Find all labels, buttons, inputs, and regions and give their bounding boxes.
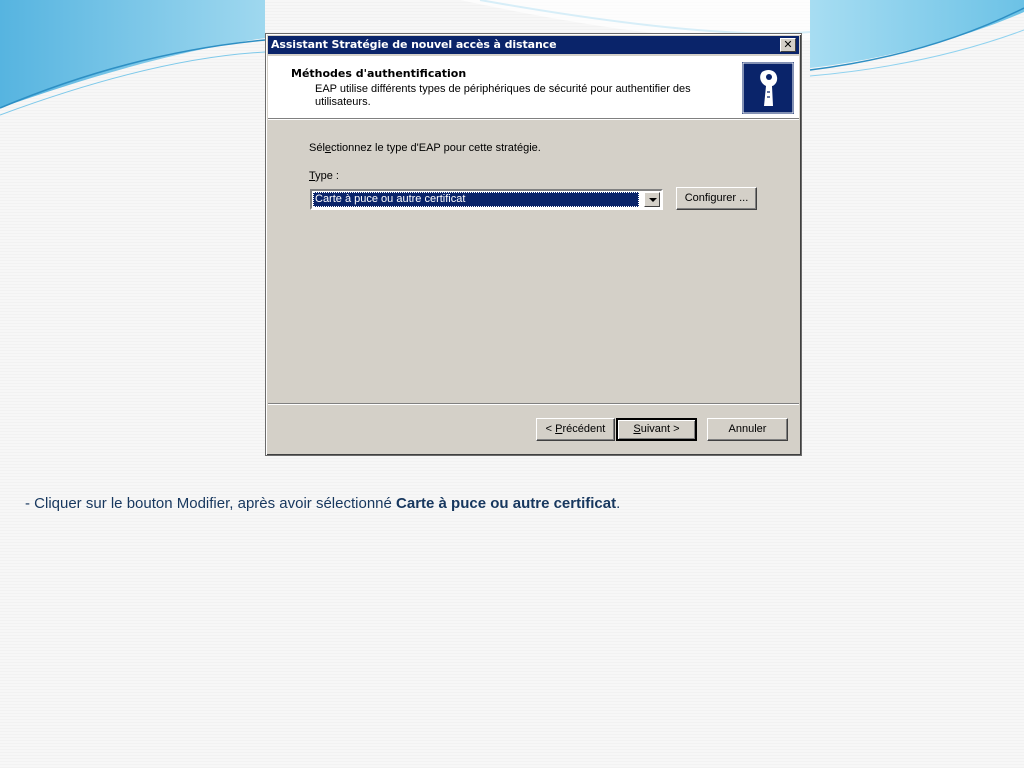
type-label: Type : bbox=[309, 170, 339, 182]
eap-type-selected-value: Carte à puce ou autre certificat bbox=[313, 192, 639, 207]
security-key-icon bbox=[742, 62, 794, 114]
next-button[interactable]: Suivant > bbox=[616, 418, 697, 441]
remote-access-policy-wizard-dialog: Assistant Stratégie de nouvel accès à di… bbox=[265, 33, 802, 456]
configure-button[interactable]: Configurer ... bbox=[676, 187, 757, 210]
page-title: Méthodes d'authentification bbox=[291, 67, 467, 80]
page-description: EAP utilise différents types de périphér… bbox=[315, 83, 691, 108]
caption-suffix: . bbox=[616, 495, 621, 512]
close-icon: ✕ bbox=[783, 38, 793, 51]
footer-divider bbox=[268, 403, 799, 405]
chevron-down-icon[interactable] bbox=[644, 192, 660, 207]
caption-text: - Cliquer sur le bouton Modifier, après … bbox=[25, 495, 397, 512]
instruction-caption: - Cliquer sur le bouton Modifier, après … bbox=[25, 495, 620, 512]
back-button[interactable]: < Précédent bbox=[536, 418, 615, 441]
header-divider bbox=[268, 118, 799, 120]
close-button[interactable]: ✕ bbox=[780, 38, 796, 52]
eap-type-prompt: Sélectionnez le type d'EAP pour cette st… bbox=[309, 142, 541, 154]
eap-type-dropdown[interactable]: Carte à puce ou autre certificat bbox=[310, 189, 663, 210]
dialog-title: Assistant Stratégie de nouvel accès à di… bbox=[271, 38, 557, 51]
wizard-header: Méthodes d'authentification EAP utilise … bbox=[268, 56, 799, 118]
dialog-titlebar[interactable]: Assistant Stratégie de nouvel accès à di… bbox=[268, 36, 799, 54]
cancel-button[interactable]: Annuler bbox=[707, 418, 788, 441]
caption-highlight: Carte à puce ou autre certificat bbox=[396, 495, 617, 512]
